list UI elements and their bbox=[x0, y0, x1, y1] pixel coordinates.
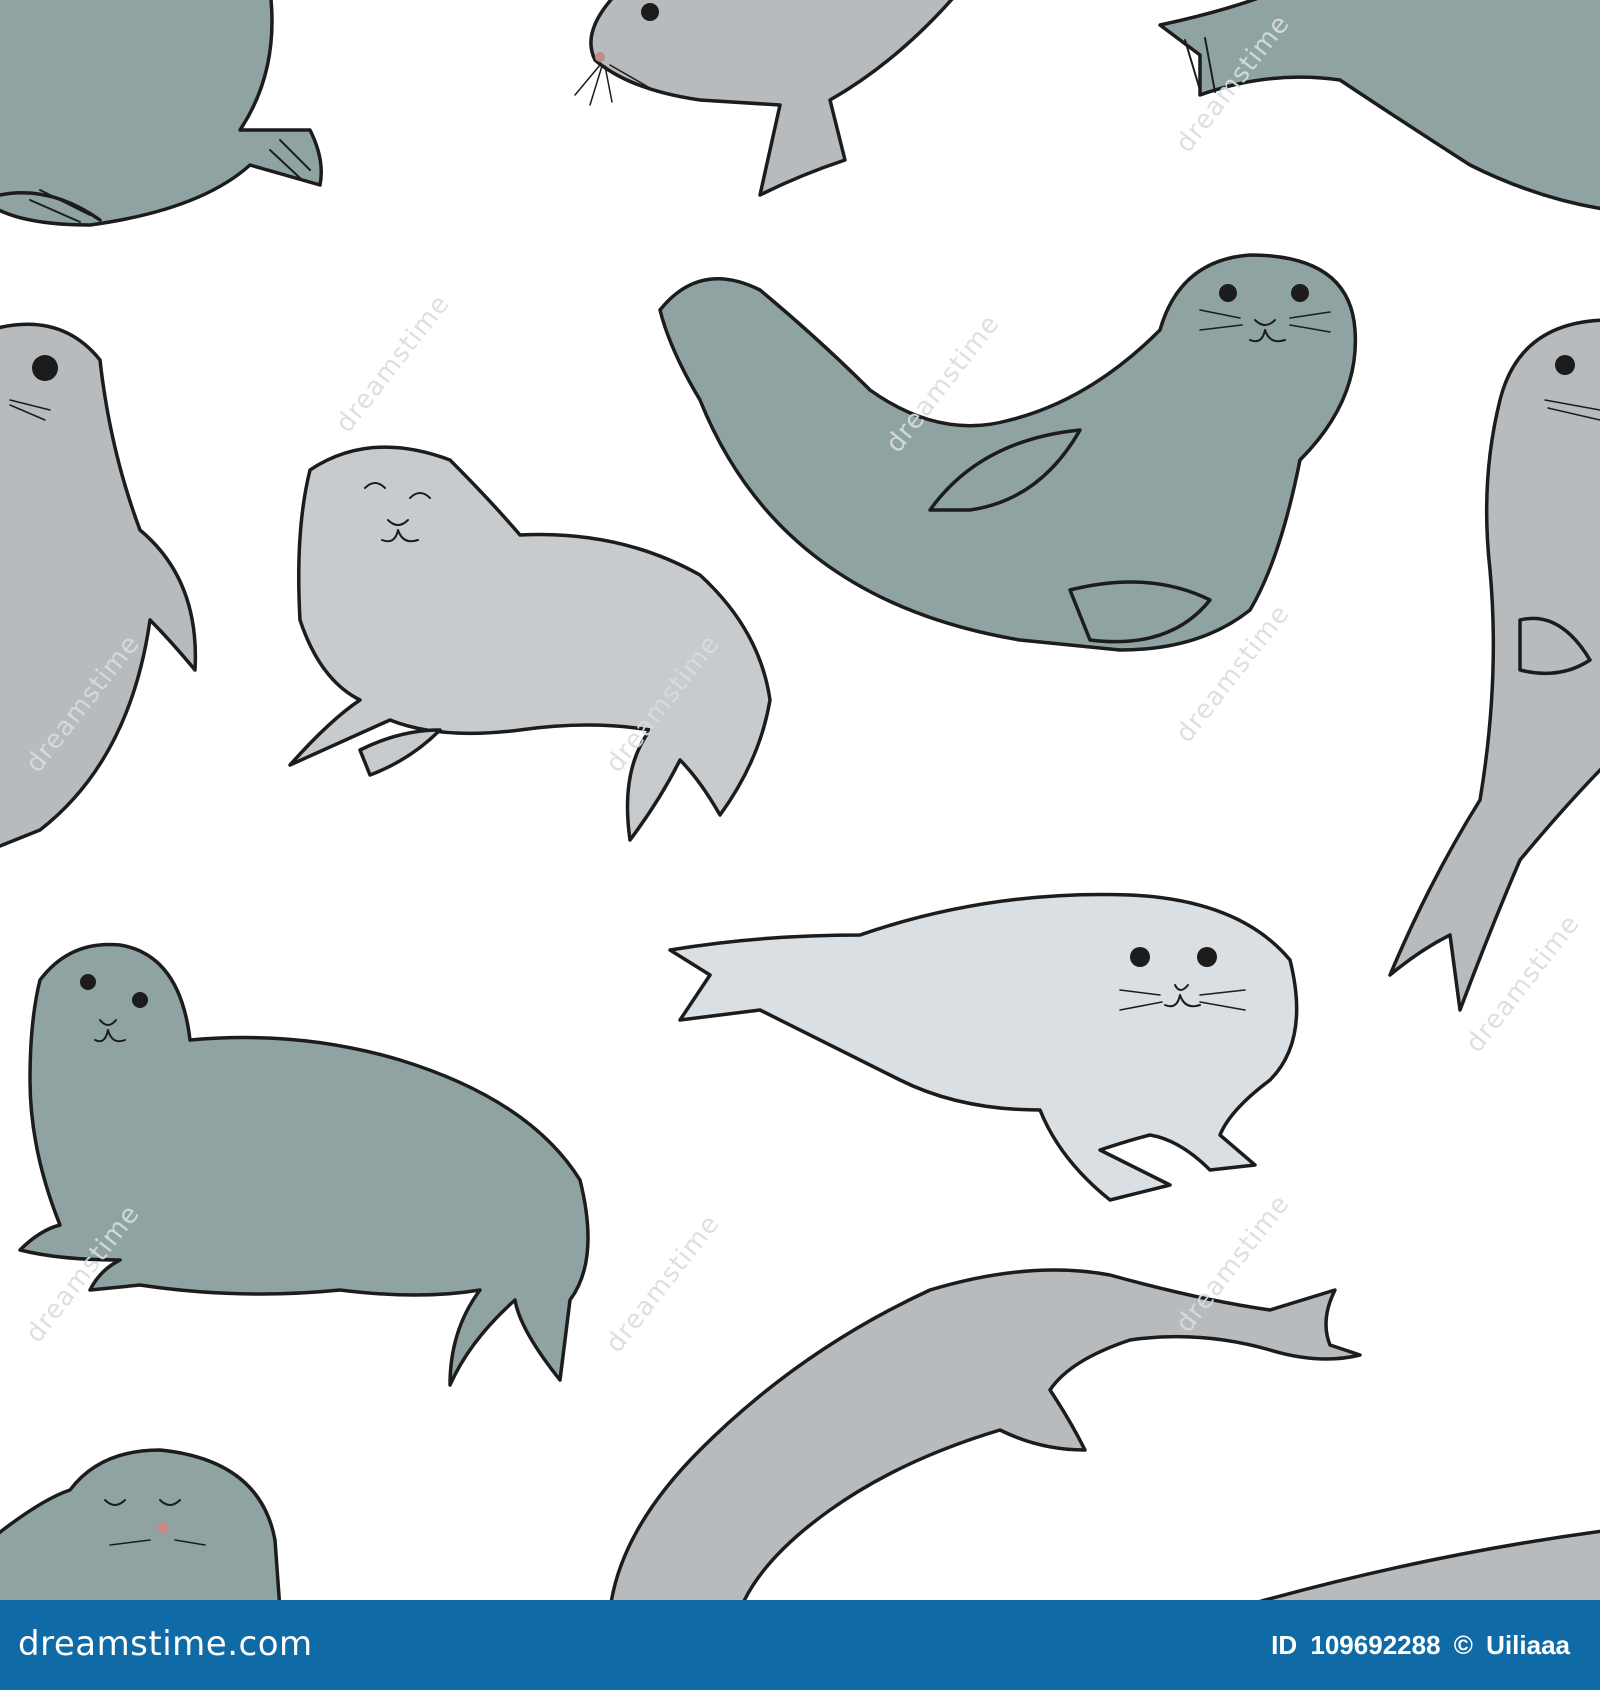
stock-image: dreamstime dreamstime dreamstime dreamst… bbox=[0, 0, 1600, 1690]
seal-pattern-illustration bbox=[0, 0, 1600, 1600]
seal-sitting-dark bbox=[18, 942, 590, 1387]
seal-left-edge bbox=[0, 322, 198, 848]
image-meta: ID 109692288 © Uiliaaa bbox=[1265, 1630, 1570, 1661]
seal-bottom-left bbox=[0, 1448, 282, 1600]
seal-waving bbox=[658, 253, 1358, 652]
seal-pup-lying bbox=[668, 892, 1299, 1202]
seal-top-right bbox=[1158, 0, 1600, 211]
id-value: 109692288 bbox=[1310, 1630, 1441, 1660]
seal-right-edge bbox=[1388, 318, 1600, 1012]
brand-logo-text[interactable]: dreamstime.com bbox=[18, 1624, 313, 1664]
id-label: ID bbox=[1271, 1630, 1298, 1660]
seal-top-left bbox=[0, 0, 323, 227]
seal-top-center bbox=[574, 0, 954, 197]
copyright-icon: © bbox=[1453, 1630, 1473, 1660]
seal-smiling-sleepy bbox=[288, 445, 772, 842]
seal-bottom-stretching bbox=[609, 1268, 1600, 1600]
stock-footer-bar: dreamstime.com ID 109692288 © Uiliaaa bbox=[0, 1600, 1600, 1690]
author-name[interactable]: Uiliaaa bbox=[1486, 1630, 1570, 1660]
